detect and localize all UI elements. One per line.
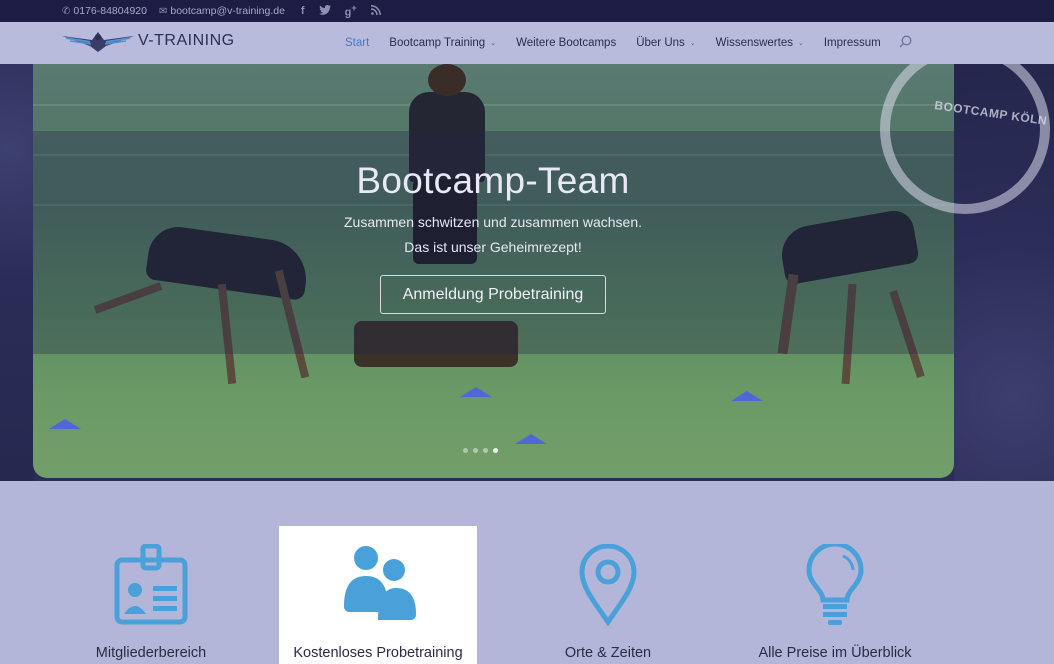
slider-dot[interactable] [473,448,478,453]
feature-label: Mitgliederbereich [95,645,207,661]
chevron-down-icon: ⌄ [490,40,497,47]
nav-item-impressum[interactable]: Impressum [824,37,881,49]
google-plus-icon[interactable]: g+ [345,3,357,19]
id-badge-icon [111,544,191,626]
group-icon [338,544,418,626]
phone-icon: ✆ [62,5,71,17]
feature-label: Orte & Zeiten [564,645,652,661]
nav-item-wissenswertes[interactable]: Wissenswertes ⌄ [716,37,804,49]
phone-contact[interactable]: ✆ 0176-84804920 [62,5,147,17]
features-section: Mitgliederbereich Kostenloses Probetrain… [0,481,1054,664]
site-logo[interactable]: V-TRAINING [62,28,235,54]
envelope-icon: ✉ [158,5,168,17]
nav-item-weitere-bootcamps[interactable]: Weitere Bootcamps [516,37,616,49]
eagle-logo-icon [62,32,134,52]
slider-dot[interactable] [463,448,468,453]
email-address: bootcamp@v-training.de [170,5,285,17]
search-icon[interactable] [899,35,912,51]
feature-label: Alle Preise im Überblick [758,645,912,661]
nav-item-ueber-uns[interactable]: Über Uns ⌄ [636,37,695,49]
leather-texture-left [0,64,34,481]
rss-icon[interactable] [370,4,381,18]
slider-dot-active[interactable] [493,448,498,453]
hero-title: Bootcamp-Team [356,160,630,201]
feature-preise[interactable]: Alle Preise im Überblick [736,526,934,664]
slider-pagination [463,448,498,453]
hero-subtitle-line: Zusammen schwitzen und zusammen wachsen. [343,214,643,230]
nav-label: Bootcamp Training [389,37,486,49]
nav-item-start[interactable]: Start [345,37,369,49]
brand-name: V-TRAINING [138,32,235,49]
hero-subtitle-line: Das ist unser Geheimrezept! [404,239,582,255]
feature-label: Kostenloses Probetraining [293,645,463,661]
social-links: f g+ [301,3,381,19]
lightbulb-icon [803,544,867,626]
nav-label: Start [345,37,370,49]
map-pin-icon [578,544,638,626]
nav-label: Über Uns [636,37,685,49]
email-contact[interactable]: ✉ bootcamp@v-training.de [159,5,285,17]
facebook-icon[interactable]: f [301,5,305,17]
nav-item-bootcamp-training[interactable]: Bootcamp Training ⌄ [389,37,496,49]
chevron-down-icon: ⌄ [797,40,804,47]
slider-dot[interactable] [483,448,488,453]
feature-orte-zeiten[interactable]: Orte & Zeiten [509,526,707,664]
nav-label: Weitere Bootcamps [516,37,617,49]
trial-signup-button[interactable]: Anmeldung Probetraining [380,275,606,314]
nav-label: Wissenswertes [715,37,793,49]
twitter-icon[interactable] [318,4,331,18]
feature-mitgliederbereich[interactable]: Mitgliederbereich [52,526,250,664]
feature-probetraining[interactable]: Kostenloses Probetraining [279,526,477,664]
top-contact-bar: ✆ 0176-84804920 ✉ bootcamp@v-training.de… [0,0,1054,22]
hero-subtitle: Zusammen schwitzen und zusammen wachsen.… [0,210,986,260]
site-header: V-TRAINING Start Bootcamp Training ⌄ Wei… [0,22,1054,64]
nav-label: Impressum [823,37,881,49]
main-navigation: Start Bootcamp Training ⌄ Weitere Bootca… [345,22,912,64]
phone-number: 0176-84804920 [73,5,147,17]
chevron-down-icon: ⌄ [689,40,696,47]
hero-slider: BOOTCAMP KÖLN Bootcamp-Team Zusammen sch… [0,64,1054,481]
